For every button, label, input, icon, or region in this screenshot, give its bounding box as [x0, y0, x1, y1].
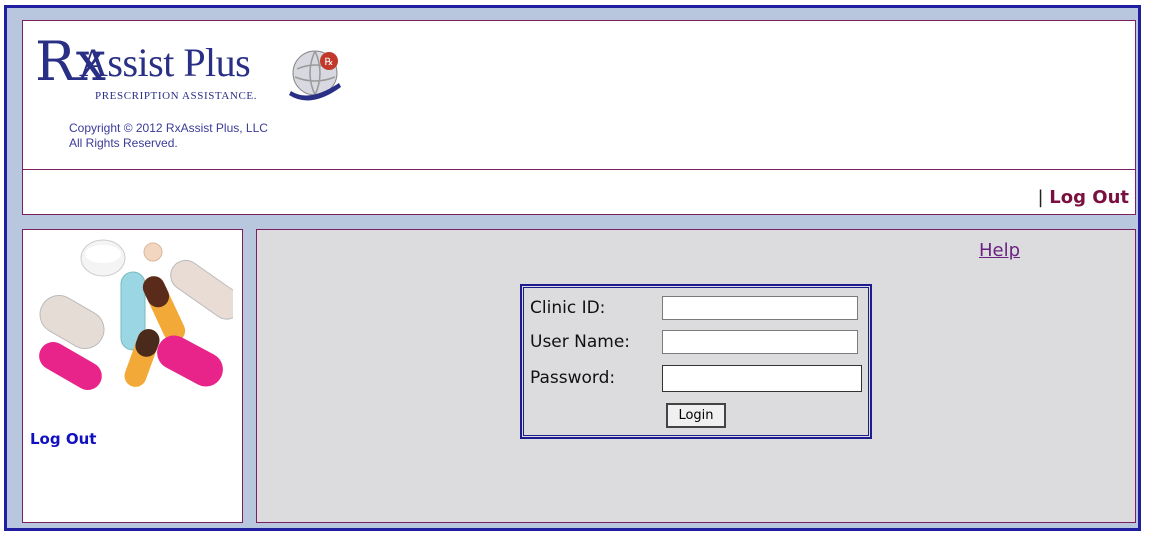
- globe-hand-icon: ℞: [289, 50, 341, 101]
- clinic-id-label: Clinic ID:: [530, 298, 606, 318]
- clinic-id-input[interactable]: [662, 296, 858, 320]
- nav-separator: |: [1037, 187, 1044, 208]
- rxassist-logo: Rx Assist Plus PRESCRIPTION ASSISTANCE. …: [35, 35, 341, 115]
- username-label: User Name:: [530, 332, 631, 352]
- header-panel: Rx Assist Plus PRESCRIPTION ASSISTANCE. …: [22, 20, 1136, 215]
- copyright-line: Copyright © 2012 RxAssist Plus, LLC: [69, 121, 268, 135]
- password-label: Password:: [530, 368, 616, 388]
- password-input[interactable]: [662, 365, 862, 392]
- header-divider: [23, 169, 1135, 170]
- rights-line: All Rights Reserved.: [69, 136, 178, 150]
- header-nav: | Log Out: [1037, 187, 1129, 208]
- sidebar-panel: Log Out: [22, 229, 243, 523]
- logo-wordmark: Assist Plus: [79, 40, 251, 85]
- username-input[interactable]: [662, 330, 858, 354]
- sidebar-logout-link[interactable]: Log Out: [30, 430, 96, 448]
- copyright-notice: Copyright © 2012 RxAssist Plus, LLC All …: [69, 121, 268, 151]
- login-button[interactable]: Login: [666, 403, 726, 428]
- main-panel: Help Clinic ID: User Name: Password: Log…: [256, 229, 1136, 523]
- svg-text:℞: ℞: [325, 57, 334, 68]
- login-form: Clinic ID: User Name: Password: Login: [520, 284, 872, 439]
- help-link[interactable]: Help: [979, 240, 1020, 261]
- pills-image: [39, 239, 233, 390]
- header-logout-link[interactable]: Log Out: [1049, 187, 1129, 208]
- logo-tagline: PRESCRIPTION ASSISTANCE.: [95, 90, 258, 102]
